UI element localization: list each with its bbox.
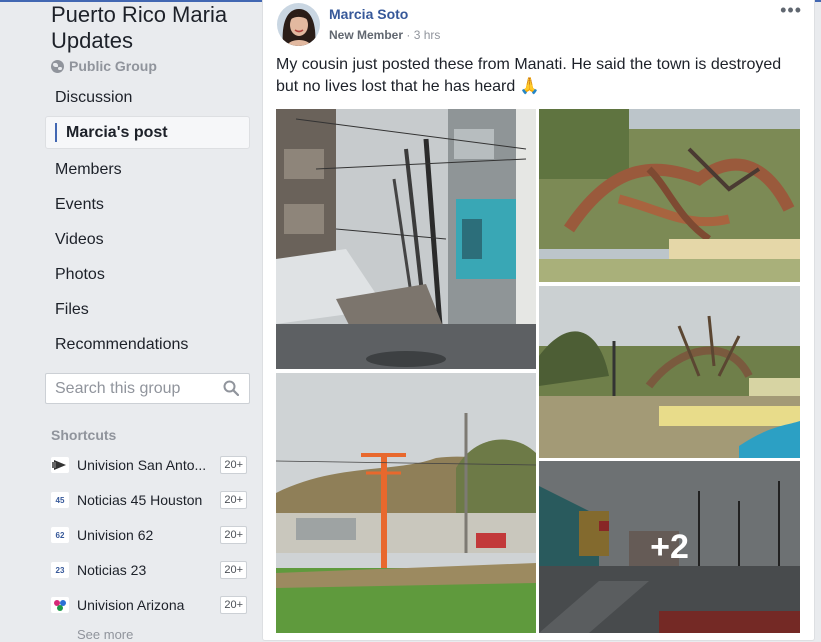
group-search-input[interactable]: Search this group (45, 373, 250, 404)
group-privacy-label: Public Group (69, 58, 157, 74)
univision-62-logo-icon: 62 (51, 527, 69, 543)
shortcut-badge: 20+ (220, 561, 247, 579)
shortcut-label: Univision 62 (77, 527, 154, 543)
meta-separator: · (403, 28, 414, 42)
shortcut-label: Univision San Anto... (77, 457, 207, 473)
more-photos-overlay[interactable]: +2 (539, 461, 800, 633)
shortcut-badge: 20+ (220, 526, 247, 544)
shortcut-badge: 20+ (220, 491, 247, 509)
see-more-link[interactable]: See more (77, 627, 133, 642)
search-placeholder: Search this group (55, 380, 181, 397)
shortcut-badge: 20+ (220, 596, 247, 614)
shortcut-label: Noticias 45 Houston (77, 492, 203, 508)
photo-park-image (539, 286, 800, 458)
post-time[interactable]: 3 hrs (414, 28, 441, 42)
nav-item-videos[interactable]: Videos (45, 222, 250, 257)
shortcut-badge: 20+ (220, 456, 247, 474)
univision-logo-icon (51, 457, 69, 473)
nav-item-discussion[interactable]: Discussion (45, 80, 250, 115)
nav-item-photos[interactable]: Photos (45, 257, 250, 292)
nav-item-files[interactable]: Files (45, 292, 250, 327)
shortcut-item[interactable]: 62 Univision 62 20+ (51, 524, 247, 546)
shortcut-item[interactable]: Univision Arizona 20+ (51, 594, 247, 616)
post-photo[interactable] (276, 373, 536, 633)
photo-pole-image (276, 373, 536, 633)
search-icon[interactable] (223, 380, 239, 396)
noticias-23-logo-icon: 23 (51, 562, 69, 578)
group-title[interactable]: Puerto Rico Maria Updates (51, 2, 256, 54)
post-photo[interactable] (539, 109, 800, 282)
shortcut-item[interactable]: 45 Noticias 45 Houston 20+ (51, 489, 247, 511)
nav-item-recommendations[interactable]: Recommendations (45, 327, 250, 362)
shortcut-item[interactable]: 23 Noticias 23 20+ (51, 559, 247, 581)
author-avatar[interactable] (277, 3, 320, 46)
nav-item-members[interactable]: Members (45, 152, 250, 187)
shortcuts-heading: Shortcuts (51, 427, 117, 443)
member-role: New Member (329, 28, 404, 42)
globe-icon (51, 59, 64, 73)
post-text: My cousin just posted these from Manati.… (276, 56, 782, 95)
photo-tree-image (539, 109, 800, 282)
post-photo[interactable] (276, 109, 536, 369)
group-sidebar: Puerto Rico Maria Updates Public Group D… (0, 0, 262, 642)
post-meta: New Member · 3 hrs (329, 28, 440, 42)
nav-item-post[interactable]: Marcia's post (45, 116, 250, 149)
shortcut-label: Univision Arizona (77, 597, 185, 613)
group-nav: Discussion Marcia's post Members Events … (45, 80, 250, 362)
shortcut-item[interactable]: Univision San Anto... 20+ (51, 454, 247, 476)
post-photo[interactable] (539, 286, 800, 458)
post-author[interactable]: Marcia Soto (329, 6, 408, 22)
photo-street-image (276, 109, 536, 369)
nav-item-events[interactable]: Events (45, 187, 250, 222)
post-card: Marcia Soto New Member · 3 hrs ••• My co… (262, 0, 815, 641)
post-photo-more[interactable]: +2 (539, 461, 800, 633)
noticias-45-logo-icon: 45 (51, 492, 69, 508)
more-options-icon[interactable]: ••• (780, 1, 802, 19)
shortcut-label: Noticias 23 (77, 562, 147, 578)
univision-logo-icon (51, 597, 69, 613)
group-privacy: Public Group (51, 58, 157, 74)
